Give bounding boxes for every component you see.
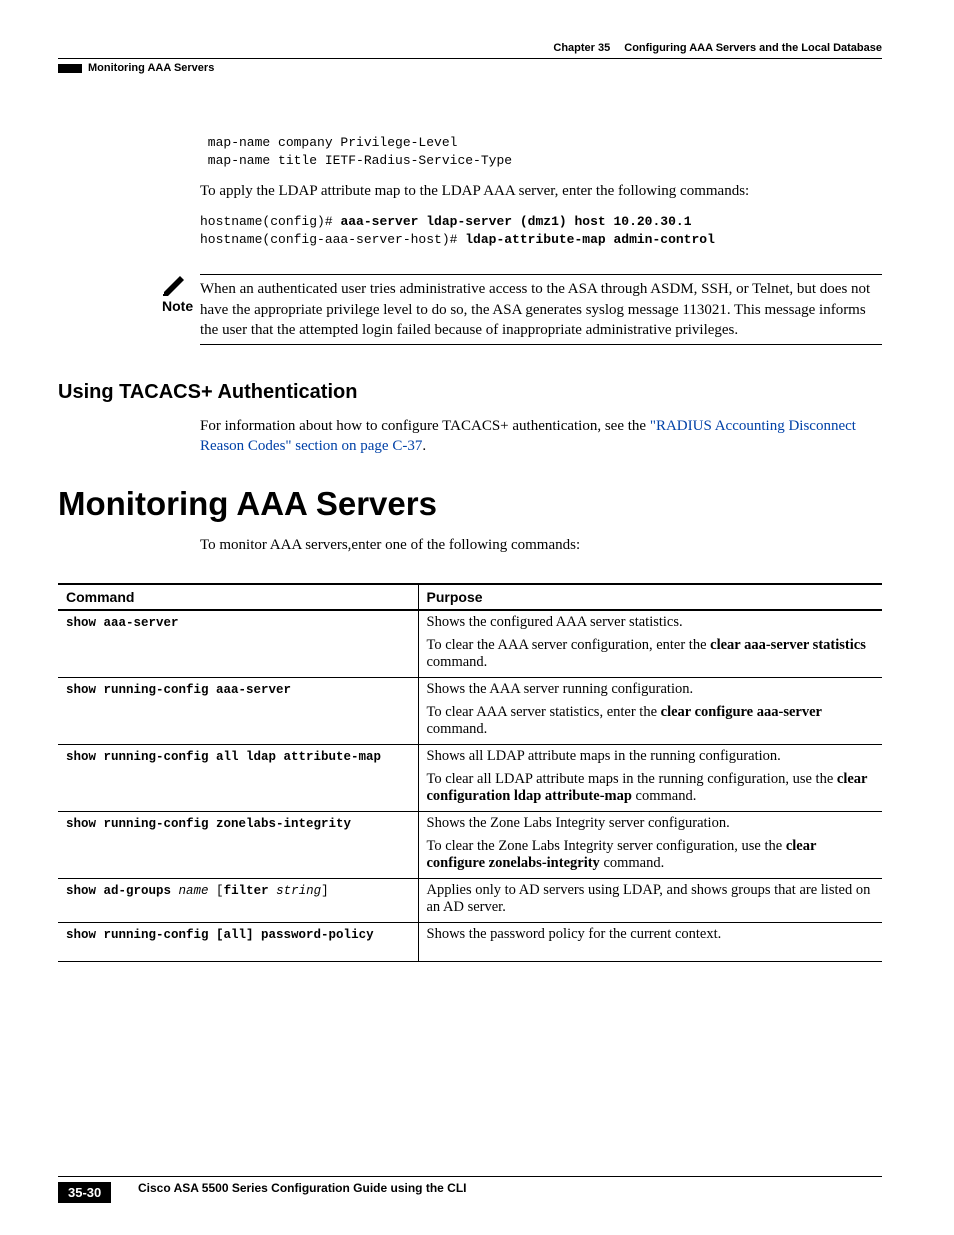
table-row: show ad-groups name [filter string] Appl…: [58, 878, 882, 922]
table-row: show running-config zonelabs-integrity S…: [58, 811, 882, 878]
note-label: Note: [162, 298, 193, 314]
note-text: When an authenticated user tries adminis…: [200, 279, 882, 340]
th-purpose: Purpose: [418, 584, 882, 610]
monitor-text: To monitor AAA servers,enter one of the …: [200, 535, 882, 555]
tacacs-text: For information about how to configure T…: [200, 416, 882, 457]
header-marker-icon: [58, 64, 82, 73]
footer-title: Cisco ASA 5500 Series Configuration Guid…: [138, 1181, 467, 1195]
code-block-apply: hostname(config)# aaa-server ldap-server…: [200, 213, 882, 248]
chapter-title: Configuring AAA Servers and the Local Da…: [624, 42, 882, 54]
th-command: Command: [58, 584, 418, 610]
table-row: show running-config all ldap attribute-m…: [58, 744, 882, 811]
table-row: show running-config aaa-server Shows the…: [58, 677, 882, 744]
section-label: Monitoring AAA Servers: [88, 62, 214, 74]
chapter-label: Chapter 35: [553, 42, 610, 54]
table-row: show running-config [all] password-polic…: [58, 922, 882, 961]
monitoring-heading: Monitoring AAA Servers: [58, 485, 882, 523]
code-block-map: map-name company Privilege-Level map-nam…: [200, 134, 882, 169]
page-number: 35-30: [58, 1182, 111, 1203]
tacacs-heading: Using TACACS+ Authentication: [58, 381, 882, 404]
table-row: show aaa-server Shows the configured AAA…: [58, 610, 882, 678]
commands-table: Command Purpose show aaa-server Shows th…: [58, 583, 882, 962]
apply-text: To apply the LDAP attribute map to the L…: [200, 181, 882, 201]
note-pencil-icon: [162, 274, 188, 296]
